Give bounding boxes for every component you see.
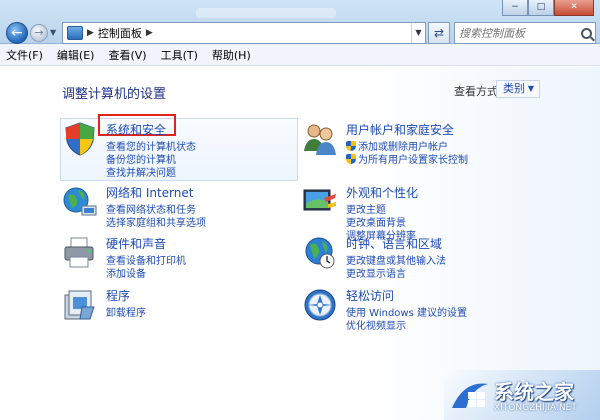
system-security-icon bbox=[65, 122, 95, 156]
category-link[interactable]: 添加设备 bbox=[106, 265, 146, 280]
ease-of-access-icon bbox=[304, 289, 336, 321]
control-panel-icon bbox=[67, 26, 83, 40]
category-title[interactable]: 网络和 Internet bbox=[106, 184, 193, 201]
address-dropdown[interactable]: ▼ bbox=[411, 23, 425, 43]
category-hardware-sound[interactable]: 硬件和声音 查看设备和打印机 添加设备 bbox=[62, 235, 302, 291]
site-logo-icon bbox=[452, 383, 488, 408]
address-bar[interactable]: ▶ 控制面板 ▶ ▼ bbox=[62, 22, 426, 44]
view-by-value: 类别 bbox=[503, 82, 525, 95]
search-box[interactable] bbox=[454, 22, 596, 44]
category-title[interactable]: 系统和安全 bbox=[106, 121, 166, 138]
category-clock-language[interactable]: 时钟、语言和区域 更改键盘或其他输入法 更改显示语言 bbox=[302, 235, 542, 291]
shield-icon bbox=[346, 141, 356, 151]
view-by-dropdown[interactable]: 类别 ▼ bbox=[496, 80, 540, 98]
menu-file[interactable]: 文件(F) bbox=[6, 47, 43, 63]
shield-icon bbox=[346, 154, 356, 164]
refresh-button[interactable]: ⇄ bbox=[428, 22, 450, 44]
watermark-url: XITONGZHIJIA.NET bbox=[494, 403, 577, 413]
appearance-icon bbox=[303, 189, 336, 211]
title-bar: − □ ✕ ← → ▼ ▶ 控制面板 ▶ ▼ ⇄ bbox=[0, 0, 600, 44]
chevron-down-icon: ▼ bbox=[527, 84, 534, 93]
breadcrumb-control-panel[interactable]: 控制面板 bbox=[98, 25, 142, 41]
category-programs[interactable]: 程序 卸载程序 bbox=[62, 287, 302, 343]
printer-icon bbox=[64, 237, 94, 268]
clock-globe-icon bbox=[305, 237, 335, 269]
category-link[interactable]: 为所有用户设置家长控制 bbox=[346, 151, 468, 166]
category-title[interactable]: 轻松访问 bbox=[346, 287, 394, 304]
window-title-blur bbox=[196, 8, 336, 18]
menu-view[interactable]: 查看(V) bbox=[108, 47, 146, 63]
chevron-down-icon: ▼ bbox=[415, 28, 422, 37]
category-appearance[interactable]: 外观和个性化 更改主题 更改桌面背景 调整屏幕分辨率 bbox=[302, 184, 542, 242]
category-ease-of-access[interactable]: 轻松访问 使用 Windows 建议的设置 优化视频显示 bbox=[302, 287, 542, 343]
category-link[interactable]: 查找并解决问题 bbox=[106, 164, 176, 179]
programs-icon bbox=[64, 290, 95, 320]
view-by-label: 查看方式: bbox=[454, 85, 502, 98]
category-title[interactable]: 用户帐户和家庭安全 bbox=[346, 121, 454, 138]
category-network[interactable]: 网络和 Internet 查看网络状态和任务 选择家庭组和共享选项 bbox=[62, 184, 302, 240]
recent-pages-dropdown[interactable]: ▼ bbox=[50, 27, 60, 39]
address-end: ▼ bbox=[411, 23, 425, 43]
window-controls: − □ ✕ bbox=[502, 0, 594, 16]
refresh-icon: ⇄ bbox=[433, 26, 445, 40]
maximize-button[interactable]: □ bbox=[528, 0, 554, 16]
chevron-down-icon: ▼ bbox=[50, 28, 57, 37]
network-icon bbox=[63, 187, 97, 216]
category-title[interactable]: 硬件和声音 bbox=[106, 235, 166, 252]
category-user-accounts[interactable]: 用户帐户和家庭安全 添加或删除用户帐户 为所有用户设置家长控制 bbox=[302, 121, 542, 177]
link-text: 为所有用户设置家长控制 bbox=[358, 155, 468, 166]
forward-button[interactable]: → bbox=[30, 24, 48, 42]
category-link[interactable]: 选择家庭组和共享选项 bbox=[106, 214, 206, 229]
minimize-button[interactable]: − bbox=[502, 0, 528, 16]
category-link[interactable]: 更改显示语言 bbox=[346, 265, 406, 280]
category-title[interactable]: 外观和个性化 bbox=[346, 184, 418, 201]
back-button[interactable]: ← bbox=[6, 22, 28, 44]
menu-bar: 文件(F) 编辑(E) 查看(V) 工具(T) 帮助(H) bbox=[0, 44, 600, 66]
category-system-security[interactable]: 系统和安全 查看您的计算机状态 备份您的计算机 查找并解决问题 bbox=[62, 121, 302, 179]
page-title: 调整计算机的设置 bbox=[62, 87, 167, 102]
menu-edit[interactable]: 编辑(E) bbox=[57, 47, 95, 63]
menu-help[interactable]: 帮助(H) bbox=[212, 47, 251, 63]
breadcrumb-separator-icon[interactable]: ▶ bbox=[87, 28, 94, 38]
menu-tools[interactable]: 工具(T) bbox=[161, 47, 198, 63]
category-link[interactable]: 优化视频显示 bbox=[346, 317, 406, 332]
category-title[interactable]: 程序 bbox=[106, 287, 130, 304]
search-input[interactable] bbox=[459, 26, 577, 40]
arrow-left-icon: ← bbox=[11, 25, 23, 41]
users-icon bbox=[304, 124, 336, 155]
watermark-text: 系统之家 bbox=[494, 380, 574, 404]
category-title[interactable]: 时钟、语言和区域 bbox=[346, 235, 442, 252]
close-button[interactable]: ✕ bbox=[554, 0, 594, 16]
search-icon[interactable] bbox=[581, 27, 592, 39]
control-panel-content: 调整计算机的设置 查看方式: 类别 ▼ 系统和安全 查看您的计算机状态 备份您的… bbox=[0, 67, 600, 420]
category-link[interactable]: 卸载程序 bbox=[106, 304, 146, 319]
arrow-right-icon: → bbox=[34, 26, 44, 39]
breadcrumb-separator-icon[interactable]: ▶ bbox=[146, 28, 153, 38]
